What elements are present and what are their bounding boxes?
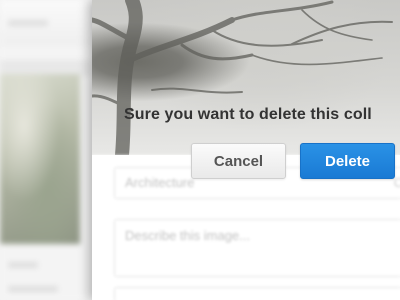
screen: Architecture C Describe this image... Su…	[0, 0, 400, 300]
delete-button[interactable]: Delete	[300, 143, 395, 179]
background-text-line	[8, 286, 58, 292]
background-thumbnail	[0, 74, 80, 244]
background-page	[0, 0, 92, 300]
background-text-line	[8, 20, 48, 26]
description-field[interactable]: Describe this image...	[114, 219, 400, 277]
tree-branches-graphic	[92, 0, 393, 155]
image-preview	[92, 0, 400, 155]
tags-field-value: Architecture	[125, 175, 195, 190]
background-text-line	[8, 262, 38, 268]
extra-field[interactable]	[114, 287, 400, 300]
delete-confirmation-message: Sure you want to delete this coll	[124, 106, 372, 123]
cancel-button[interactable]: Cancel	[191, 143, 286, 179]
description-placeholder: Describe this image...	[125, 228, 250, 243]
